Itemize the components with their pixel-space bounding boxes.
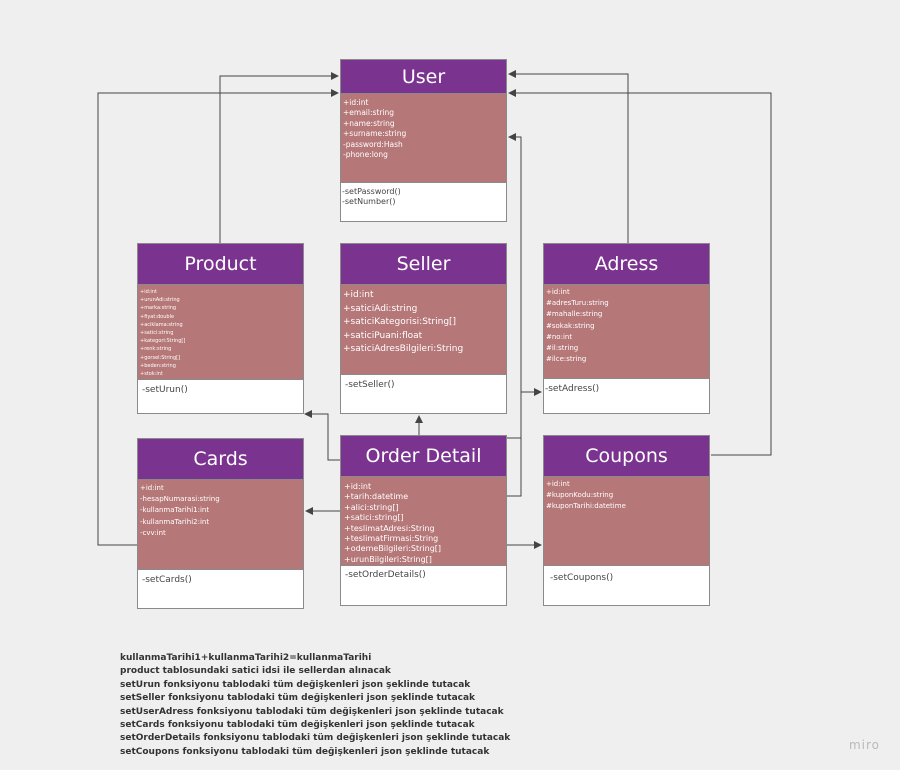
class-cards-attributes: +id:int -hesapNumarasi:string -kullanmaT… (138, 480, 303, 570)
class-coupons[interactable]: Coupons +id:int #kuponKodu:string #kupon… (543, 435, 710, 606)
method: -setUrun() (142, 385, 188, 395)
class-order-detail-methods: -setOrderDetails() (341, 566, 506, 585)
attribute: +id:int (344, 482, 372, 491)
notes-text[interactable]: kullanmaTarihi1+kullanmaTarihi2=kullanma… (120, 652, 510, 759)
attribute: -kullanmaTarihi2:int (140, 517, 210, 526)
note-line: setUserAdress fonksiyonu tablodaki tüm d… (120, 706, 504, 717)
attribute: +teslimatAdresi:String (344, 523, 435, 533)
class-cards-title: Cards (138, 439, 303, 480)
attribute: #no:int (546, 332, 573, 341)
attribute: #kuponKodu:string (546, 491, 614, 500)
class-adress-attributes: +id:int #adresTuru:string #mahalle:strin… (544, 285, 709, 379)
attribute: +id:int (343, 290, 374, 300)
method: -setCoupons() (550, 573, 614, 583)
connector-orderdetail-to-adress (507, 388, 542, 497)
class-product-methods: -setUrun() (138, 380, 303, 400)
attribute: #il:string (546, 344, 579, 353)
attribute: #kuponTarihi:datetime (546, 502, 626, 511)
attribute: +renk:string (140, 346, 172, 353)
attribute: -password:Hash (343, 139, 403, 149)
attribute: +saticiPuani:float (343, 330, 423, 341)
method: -setAdress() (545, 384, 600, 394)
method: -setOrderDetails() (345, 570, 426, 580)
note-line: setOrderDetails fonksiyonu tablodaki tüm… (120, 733, 511, 744)
attribute: +stok:int (140, 371, 163, 378)
connector-orderdetail-to-user (507, 133, 522, 439)
class-user[interactable]: User +id:int +email:string +name:string … (340, 59, 507, 222)
class-product[interactable]: Product +id:int +urunAdi:string +marka:s… (137, 243, 304, 414)
class-cards[interactable]: Cards +id:int -hesapNumarasi:string -kul… (137, 438, 304, 609)
attribute: +urunAdi:string (140, 297, 180, 304)
method: -setNumber() (342, 197, 396, 206)
class-product-attributes: +id:int +urunAdi:string +marka:string +f… (138, 285, 303, 380)
attribute: +tarih:datetime (344, 492, 409, 502)
class-coupons-methods: -setCoupons() (544, 566, 709, 588)
diagram-canvas[interactable]: User +id:int +email:string +name:string … (0, 0, 900, 770)
class-seller-attributes: +id:int +saticiAdi:string +saticiKategor… (341, 285, 506, 375)
attribute: #mahalle:string (546, 310, 603, 319)
attribute: +id:int (546, 480, 570, 488)
class-coupons-title: Coupons (544, 436, 709, 477)
class-user-title: User (341, 60, 506, 94)
class-order-detail-title: Order Detail (341, 436, 506, 477)
attribute: +id:int (546, 288, 570, 296)
attribute: +aciklama:string (140, 321, 183, 328)
attribute: +id:int (140, 289, 157, 295)
class-user-methods: -setPassword() -setNumber() (341, 183, 506, 211)
attribute: #sokak:string (546, 321, 595, 330)
class-seller-title: Seller (341, 244, 506, 285)
note-line: product tablosundaki satici idsi ile sel… (120, 666, 391, 677)
attribute: +gorsel:String[] (140, 354, 181, 361)
attribute: +email:string (343, 108, 395, 118)
class-order-detail[interactable]: Order Detail +id:int +tarih:datetime +al… (340, 435, 507, 606)
method: -setSeller() (345, 380, 395, 390)
class-product-title: Product (138, 244, 303, 285)
class-adress-title: Adress (544, 244, 709, 285)
attribute: +kategori:String[] (140, 338, 186, 345)
attribute: +saticiAdi:string (343, 303, 418, 314)
class-seller[interactable]: Seller +id:int +saticiAdi:string +satici… (340, 243, 507, 414)
attribute: +marka:string (140, 305, 177, 312)
connector-orderdetail-to-product (304, 410, 341, 461)
miro-watermark: miro (848, 738, 880, 752)
attribute: -kullanmaTarihi1:int (140, 506, 210, 515)
attribute: #adresTuru:string (546, 299, 609, 308)
attribute: +id:int (343, 98, 369, 107)
attribute: +satici:string (140, 330, 174, 337)
class-adress[interactable]: Adress +id:int #adresTuru:string #mahall… (543, 243, 710, 414)
class-order-detail-attributes: +id:int +tarih:datetime +alici:string[] … (341, 477, 506, 566)
attribute: +satici:string[] (344, 513, 404, 523)
class-user-attributes: +id:int +email:string +name:string +surn… (341, 94, 506, 183)
attribute: -cvv:int (140, 528, 166, 537)
attribute: +id:int (140, 484, 164, 492)
attribute: #ilce:string (546, 355, 587, 364)
connector-adress-to-user (508, 70, 629, 243)
note-line: setCards fonksiyonu tablodaki tüm değişk… (120, 720, 475, 731)
class-cards-methods: -setCards() (138, 570, 303, 590)
attribute: +alici:string[] (344, 502, 399, 512)
method: -setPassword() (342, 187, 401, 196)
attribute: +urunBilgileri:String[] (344, 554, 432, 564)
note-line: kullanmaTarihi1+kullanmaTarihi2=kullanma… (120, 653, 372, 663)
attribute: +teslimatFirmasi:String (344, 534, 439, 544)
class-seller-methods: -setSeller() (341, 375, 506, 395)
attribute: +odemeBilgileri:String[] (344, 544, 442, 554)
attribute: +fiyat:double (140, 313, 175, 320)
attribute: +saticiKategorisi:String[] (343, 317, 457, 328)
method: -setCards() (142, 575, 192, 585)
attribute: +name:string (343, 118, 395, 128)
attribute: +beden:string (140, 362, 176, 369)
note-line: setUrun fonksiyonu tablodaki tüm değişke… (120, 679, 471, 690)
connector-product-to-user (219, 72, 339, 243)
class-coupons-attributes: +id:int #kuponKodu:string #kuponTarihi:d… (544, 477, 709, 566)
class-adress-methods: -setAdress() (544, 379, 709, 399)
attribute: -hesapNumarasi:string (140, 495, 220, 504)
note-line: setCoupons fonksiyonu tablodaki tüm deği… (120, 746, 490, 757)
attribute: -phone:long (343, 150, 388, 160)
attribute: +surname:string (343, 129, 407, 139)
note-line: setSeller fonksiyonu tablodaki tüm değiş… (120, 693, 476, 704)
attribute: +saticiAdresBilgileri:String (343, 344, 464, 355)
